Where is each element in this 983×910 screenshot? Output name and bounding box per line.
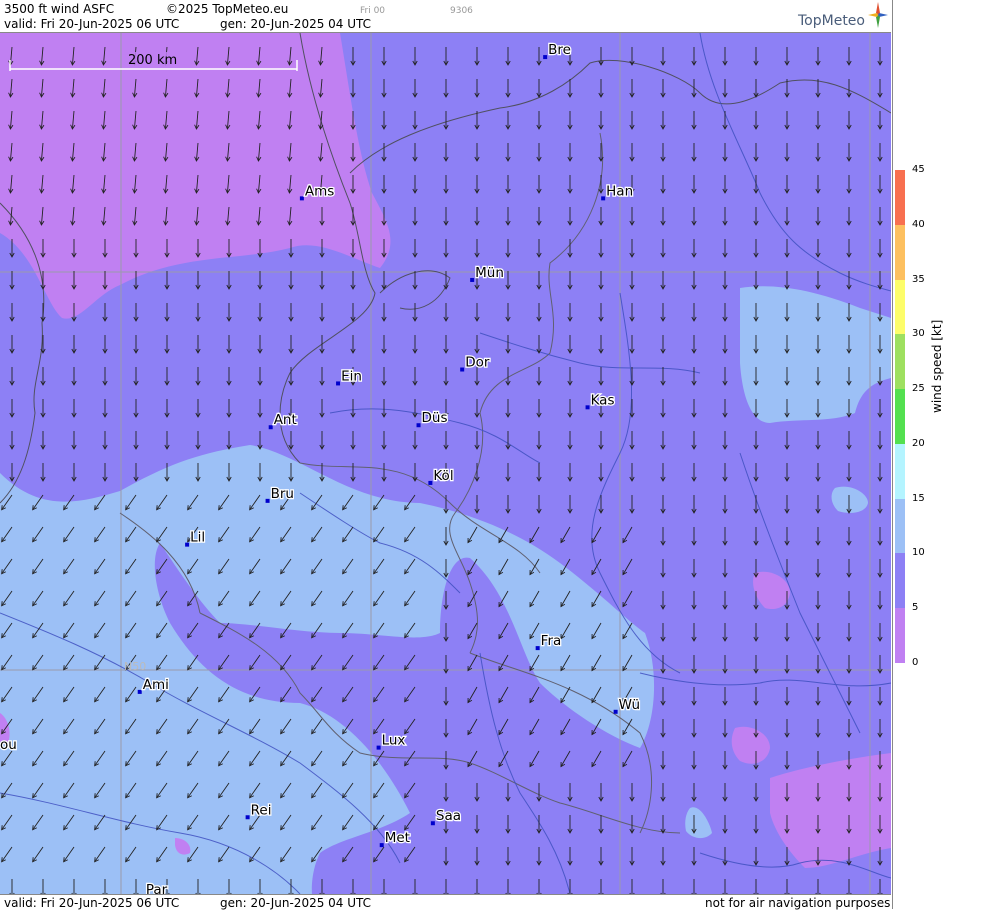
latitude-label: N50 [124,660,146,673]
parameter-title: 3500 ft wind ASFC [4,2,115,16]
city-kas[interactable]: Kas [585,391,616,410]
city-label: Fra [541,633,562,649]
city-label: Düs [422,410,448,426]
city-label: Köl [433,468,453,484]
legend-tick: 30 [912,328,925,340]
city-label: Lil [190,530,205,546]
scale-label: 200 km [128,53,177,68]
city-marker [416,423,421,428]
legend-tick: 0 [912,657,919,668]
city-marker [336,381,341,386]
city-ami[interactable]: Ami [137,676,170,694]
city-marker [265,498,270,503]
city-ou[interactable]: ou [0,736,18,755]
city-label: Ami [143,677,169,693]
city-marker [137,689,142,694]
city-marker [460,367,465,372]
legend-tick: 45 [912,164,925,175]
copyright: ©2025 TopMeteo.eu [166,2,289,16]
city-met[interactable]: Met [379,829,411,848]
legend-tick: 15 [912,492,925,504]
city-marker [299,196,304,201]
city-han[interactable]: Han [601,182,634,201]
city-marker [428,480,433,485]
city-marker [430,821,435,826]
legend-unit: wind speed [kt] [930,319,944,413]
city-bre[interactable]: Bre [543,41,572,60]
city-mün[interactable]: Mün [470,264,505,282]
city-marker [376,745,381,750]
city-label: Ein [341,368,362,384]
city-label: Ant [274,412,297,428]
legend-panel [892,0,983,909]
city-label: ou [0,737,17,753]
city-ant[interactable]: Ant [268,411,298,430]
valid-time: valid: Fri 20-Jun-2025 06 UTC [4,17,180,31]
city-marker [601,196,606,201]
city-bru[interactable]: Bru [265,485,295,503]
city-label: Met [385,830,410,846]
city-label: Han [606,183,633,199]
city-marker [470,277,475,282]
city-lux[interactable]: Lux [376,731,407,750]
legend-tick: 25 [912,383,925,395]
colorbar-band [895,443,905,499]
colorbar-band [895,279,905,335]
colorbar-band [895,608,905,663]
city-label: Mün [475,265,504,281]
footer-valid: valid: Fri 20-Jun-2025 06 UTC [4,896,180,910]
city-saa[interactable]: Saa [430,807,462,826]
colorbar-band [895,334,905,390]
city-marker [535,646,540,651]
city-marker [379,843,384,848]
city-ams[interactable]: Ams [299,182,336,201]
colorbar-band [895,389,905,444]
logo-text: TopMeteo [798,13,865,29]
colorbar-band [895,170,905,225]
city-par[interactable]: Par [141,881,169,894]
city-label: Saa [436,808,461,824]
small-code: 9306 [450,6,473,16]
city-label: Wü [619,697,640,713]
city-marker [185,542,190,547]
colorbar-band [895,224,905,280]
city-marker [543,55,548,60]
city-dor[interactable]: Dor [460,353,491,372]
colorbar-band [895,498,905,554]
colorbar-band [895,553,905,609]
header-bar: 3500 ft wind ASFC ©2025 TopMeteo.eu Fri … [0,0,891,33]
city-marker [245,815,250,820]
legend-tick: 20 [912,437,925,449]
city-label: Bre [548,42,571,58]
legend-tick: 10 [912,547,925,559]
city-düs[interactable]: Düs [416,409,449,428]
legend-tick: 35 [912,273,925,285]
wind-map-canvas: 200 km N50 GroBreHaAmsHanMünDorEinKasDüs… [0,33,891,894]
disclaimer: not for air navigation purposes [705,896,891,910]
city-label: Ams [305,183,334,199]
legend-tick: 40 [912,218,925,230]
city-label: Lux [382,733,406,749]
footer-gen: gen: 20-Jun-2025 04 UTC [220,896,372,910]
topmeteo-logo[interactable]: TopMeteo [798,2,890,30]
city-marker [613,709,618,714]
city-label: Dor [465,355,490,371]
wind-map[interactable]: 200 km N50 GroBreHaAmsHanMünDorEinKasDüs… [0,33,891,894]
city-label: Par [146,882,168,894]
city-label: Bru [271,486,294,502]
small-time: Fri 00 [360,6,386,16]
wind-speed-colorbar [895,170,905,663]
city-label: Kas [591,392,615,408]
gen-time: gen: 20-Jun-2025 04 UTC [220,17,372,31]
city-label: Rei [251,802,272,818]
city-marker [268,425,273,430]
compass-star-icon [868,2,888,28]
legend-tick: 5 [912,602,919,614]
footer-bar: valid: Fri 20-Jun-2025 06 UTC gen: 20-Ju… [0,894,891,910]
city-marker [585,405,590,410]
